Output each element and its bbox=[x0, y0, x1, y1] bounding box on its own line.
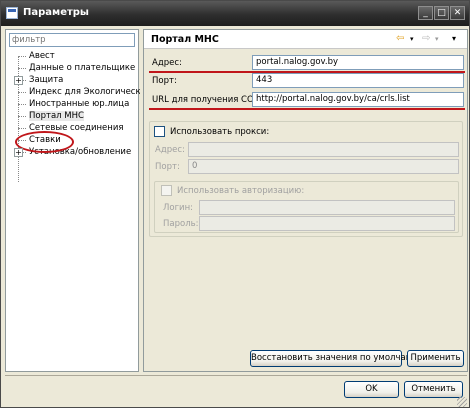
maximize-icon[interactable]: □ bbox=[434, 6, 449, 20]
back-arrow-icon[interactable]: ⇦ bbox=[396, 33, 404, 46]
login-field[interactable] bbox=[199, 200, 455, 215]
proxy-address-label: Адрес: bbox=[155, 145, 185, 155]
tree-item-label: Индекс для Экологического bbox=[29, 87, 140, 97]
back-dropdown-icon[interactable]: ▾ bbox=[410, 33, 414, 46]
proxy-address-field[interactable] bbox=[188, 142, 459, 157]
use-auth-checkbox[interactable] bbox=[161, 185, 172, 196]
port-field[interactable]: 443 bbox=[252, 73, 464, 88]
crl-url-label: URL для получения СОС: bbox=[152, 95, 263, 105]
window-icon bbox=[6, 7, 18, 19]
preferences-navigation: Авест Данные о плательщике + Защита Инде… bbox=[5, 29, 140, 372]
red-highlight-circle bbox=[15, 131, 74, 153]
ok-button[interactable]: OK bbox=[344, 381, 399, 398]
password-label: Пароль: bbox=[163, 219, 199, 229]
tree-item-label: Данные о плательщике bbox=[29, 63, 136, 73]
forward-arrow-icon[interactable]: ⇨ bbox=[422, 33, 430, 46]
close-icon[interactable]: ✕ bbox=[450, 6, 465, 20]
proxy-group: Использовать прокси: Адрес: Порт: 0 Испо… bbox=[149, 121, 463, 237]
tree-item-portal-mns[interactable]: Портал МНС bbox=[12, 110, 140, 122]
view-menu-icon[interactable]: ▾ bbox=[452, 33, 456, 46]
address-field[interactable]: portal.nalog.gov.by bbox=[252, 55, 464, 70]
crl-url-field[interactable]: http://portal.nalog.gov.by/ca/crls.list bbox=[252, 92, 464, 107]
tree-item-foreign-entities[interactable]: Иностранные юр.лица bbox=[12, 98, 140, 110]
tree-item-label: Авест bbox=[29, 51, 55, 61]
tree-item-security[interactable]: + Защита bbox=[12, 74, 140, 86]
apply-button[interactable]: Применить bbox=[407, 350, 464, 367]
use-proxy-label: Использовать прокси: bbox=[170, 127, 270, 137]
minimize-icon[interactable]: _ bbox=[418, 6, 433, 20]
use-proxy-checkbox[interactable] bbox=[154, 126, 165, 137]
proxy-auth-group: Использовать авторизацию: Логин: Пароль: bbox=[154, 181, 459, 233]
page-title: Портал МНС bbox=[151, 34, 219, 45]
port-label: Порт: bbox=[152, 76, 177, 86]
tree-item-payer-data[interactable]: Данные о плательщике bbox=[12, 62, 140, 74]
password-field[interactable] bbox=[199, 216, 455, 231]
footer-separator bbox=[5, 375, 467, 376]
filter-input[interactable] bbox=[9, 33, 135, 47]
window-title: Параметры bbox=[23, 7, 89, 18]
page-header: Портал МНС ⇦ ▾ ⇨ ▾ ▾ bbox=[144, 30, 467, 49]
tree-item-label: Защита bbox=[29, 75, 64, 85]
resize-grip-icon[interactable] bbox=[457, 397, 467, 407]
preferences-window: Параметры _ □ ✕ Авест Данные о плательщи… bbox=[0, 0, 470, 408]
expand-icon[interactable]: + bbox=[14, 148, 23, 157]
title-bar[interactable]: Параметры _ □ ✕ bbox=[1, 1, 469, 26]
login-label: Логин: bbox=[163, 203, 194, 213]
tree-item-eco-index[interactable]: Индекс для Экологического bbox=[12, 86, 140, 98]
address-label: Адрес: bbox=[152, 58, 182, 68]
cancel-button[interactable]: Отменить bbox=[404, 381, 463, 398]
settings-page: Портал МНС ⇦ ▾ ⇨ ▾ ▾ Адрес: portal.nalog… bbox=[143, 29, 468, 372]
red-underline bbox=[149, 108, 465, 110]
restore-defaults-button[interactable]: Восстановить значения по умолчанию bbox=[250, 350, 424, 367]
use-auth-label: Использовать авторизацию: bbox=[177, 186, 305, 196]
forward-dropdown-icon[interactable]: ▾ bbox=[435, 33, 439, 46]
tree-item-avest[interactable]: Авест bbox=[12, 50, 140, 62]
tree-item-label: Иностранные юр.лица bbox=[29, 99, 130, 109]
expand-icon[interactable]: + bbox=[14, 76, 23, 85]
tree-item-label: Портал МНС bbox=[29, 111, 84, 121]
proxy-port-label: Порт: bbox=[155, 162, 180, 172]
proxy-port-field[interactable]: 0 bbox=[188, 159, 459, 174]
